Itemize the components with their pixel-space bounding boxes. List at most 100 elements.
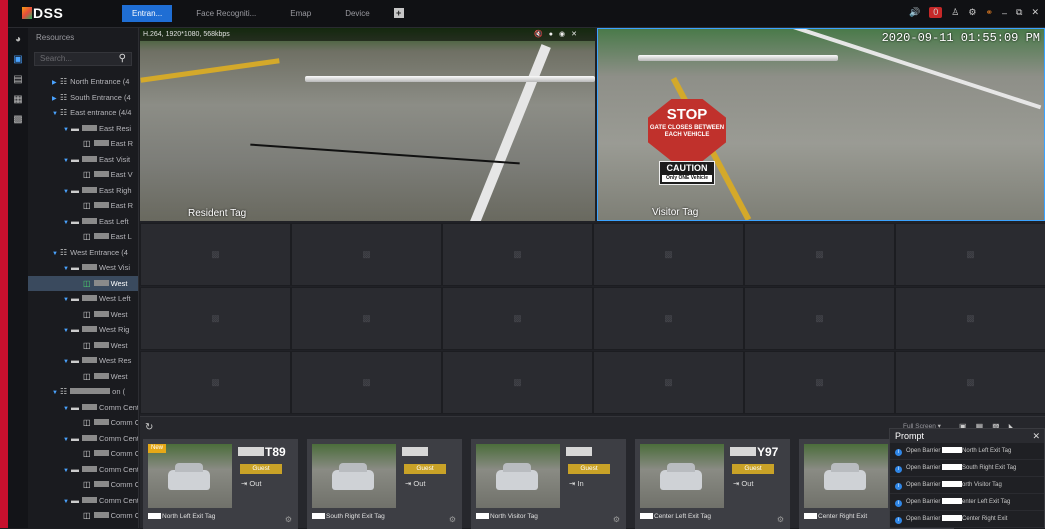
expand-arrow-icon[interactable]: ▼ — [63, 185, 71, 199]
tree-node[interactable]: ◫ East V — [28, 167, 138, 183]
tree-node[interactable]: ◫ West — [28, 307, 138, 323]
tab-0[interactable]: Entran... — [122, 5, 173, 22]
card-settings-icon[interactable]: ⚙ — [613, 515, 620, 524]
tree-node[interactable]: ◫ East R — [28, 136, 138, 152]
empty-video-cell[interactable]: ▩ — [442, 351, 593, 414]
expand-arrow-icon[interactable]: ▼ — [52, 107, 60, 121]
snapshot-icon[interactable]: ◉ — [559, 31, 571, 38]
vehicle-snapshot[interactable] — [148, 444, 232, 508]
tree-node[interactable]: ▼ ▬ West Rig — [28, 322, 138, 338]
vehicle-snapshot[interactable] — [804, 444, 888, 508]
tree-node[interactable]: ▼ ☷ on ( — [28, 384, 138, 400]
tree-node[interactable]: ◫ East L — [28, 229, 138, 245]
card-settings-icon[interactable]: ⚙ — [285, 515, 292, 524]
minimize-icon[interactable]: – — [1002, 8, 1007, 18]
empty-video-cell[interactable]: ▩ — [442, 287, 593, 350]
tree-node[interactable]: ▼ ☷ East entrance (4/4 — [28, 105, 138, 121]
empty-video-cell[interactable]: ▩ — [895, 287, 1045, 350]
event-card[interactable]: Guest ⇥ In North Visitor Tag ⚙ — [471, 439, 626, 529]
prompt-row[interactable]: i Open Barrier Center Right Exit — [890, 511, 1044, 528]
tree-node[interactable]: ▶ ☷ North Entrance (4 — [28, 74, 138, 90]
tree-node[interactable]: ▼ ▬ East Left — [28, 214, 138, 230]
empty-video-cell[interactable]: ▩ — [442, 223, 593, 286]
expand-arrow-icon[interactable]: ▼ — [63, 433, 71, 447]
empty-video-cell[interactable]: ▩ — [593, 223, 744, 286]
event-card[interactable]: Guest ⇥ Out South Right Exit Tag ⚙ — [307, 439, 462, 529]
tree-node[interactable]: ▼ ▬ East Righ — [28, 183, 138, 199]
expand-arrow-icon[interactable]: ▼ — [63, 293, 71, 307]
expand-arrow-icon[interactable]: ▶ — [52, 92, 60, 106]
entrance-icon[interactable]: ▦ — [8, 90, 28, 108]
video-pane-resident[interactable]: Resident Tag — [140, 28, 595, 221]
expand-arrow-icon[interactable]: ▼ — [63, 464, 71, 478]
tree-node[interactable]: ◫ Comm Cer — [28, 415, 138, 431]
record-search-icon[interactable]: ▤ — [8, 70, 28, 88]
alarm-icon[interactable]: 🔊 — [909, 7, 920, 18]
card-settings-icon[interactable]: ⚙ — [777, 515, 784, 524]
empty-video-cell[interactable]: ▩ — [593, 351, 744, 414]
tree-node[interactable]: ◫ Comm Cer — [28, 508, 138, 524]
tree-node[interactable]: ▼▬ Comm Center — [28, 400, 138, 416]
prompt-row[interactable]: i Open Barrier South Right Exit Tag — [890, 460, 1044, 477]
event-card[interactable]: New T89 Guest ⇥ Out North Left Exit Tag ⚙ — [143, 439, 298, 529]
expand-arrow-icon[interactable]: ▶ — [52, 76, 60, 90]
restore-icon[interactable]: ⧉ — [1016, 7, 1022, 18]
expand-arrow-icon[interactable]: ▼ — [52, 247, 60, 261]
tree-node[interactable]: ▼ ▬ West Res — [28, 353, 138, 369]
empty-video-cell[interactable]: ▩ — [291, 287, 442, 350]
expand-arrow-icon[interactable]: ▼ — [52, 386, 60, 400]
empty-video-cell[interactable]: ▩ — [744, 351, 895, 414]
tree-node[interactable]: ▼▬ Comm Center — [28, 462, 138, 478]
expand-arrow-icon[interactable]: ▼ — [63, 262, 71, 276]
tree-node[interactable]: ▼ ☷ West Entrance (4 — [28, 245, 138, 261]
prompt-row[interactable]: i Open Barrier orth Visitor Tag — [890, 477, 1044, 494]
tree-node[interactable]: ◫ West — [28, 369, 138, 385]
video-pane-visitor[interactable]: 2020-09-11 01:55:09 PM STOP GATE CLOSES B… — [597, 28, 1045, 221]
tree-node[interactable]: ▼ ▬ West Visi — [28, 260, 138, 276]
tree-node[interactable]: ▼▬ Comm Center — [28, 431, 138, 447]
empty-video-cell[interactable]: ▩ — [140, 351, 291, 414]
search-icon[interactable]: ⚲ — [119, 53, 126, 65]
prompt-row[interactable]: i Open Barrier enter Left Exit Tag — [890, 494, 1044, 511]
live-view-icon[interactable]: ◕ — [8, 30, 28, 48]
tree-node[interactable]: ▼ ▬ East Visit — [28, 152, 138, 168]
search-input[interactable]: Search... ⚲ — [34, 52, 132, 66]
empty-video-cell[interactable]: ▩ — [895, 223, 1045, 286]
close-icon[interactable]: ✕ — [1031, 7, 1039, 18]
tree-node[interactable]: ▶ ☷ South Entrance (4 — [28, 90, 138, 106]
expand-arrow-icon[interactable]: ▼ — [63, 154, 71, 168]
empty-video-cell[interactable]: ▩ — [593, 287, 744, 350]
empty-video-cell[interactable]: ▩ — [744, 223, 895, 286]
alarm-count-badge[interactable]: 0 — [929, 7, 943, 18]
tree-node[interactable]: ▼ ▬ East Resi — [28, 121, 138, 137]
tab-3[interactable]: Device — [335, 5, 379, 22]
empty-video-cell[interactable]: ▩ — [140, 223, 291, 286]
expand-arrow-icon[interactable]: ▼ — [63, 402, 71, 416]
vehicle-snapshot[interactable] — [476, 444, 560, 508]
monitor-icon[interactable]: ▣ — [8, 50, 28, 68]
expand-arrow-icon[interactable]: ▼ — [63, 123, 71, 137]
refresh-icon[interactable]: ↻ — [145, 422, 153, 433]
help-icon[interactable]: ⚭ — [985, 7, 993, 18]
empty-video-cell[interactable]: ▩ — [291, 351, 442, 414]
vehicle-icon[interactable]: ▩ — [8, 110, 28, 128]
expand-arrow-icon[interactable]: ▼ — [63, 495, 71, 509]
tree-node[interactable]: ◫ Comm Cen — [28, 446, 138, 462]
tree-node[interactable]: ◫ West — [28, 275, 138, 291]
prompt-row[interactable]: i Open Barrier North Left Exit Tag — [890, 443, 1044, 460]
user-icon[interactable]: ♙ — [951, 7, 959, 18]
add-tab-button[interactable]: + — [393, 8, 404, 18]
tree-node[interactable]: ◫ West — [28, 338, 138, 354]
close-video-icon[interactable]: ✕ — [571, 31, 583, 38]
empty-video-cell[interactable]: ▩ — [744, 287, 895, 350]
vehicle-snapshot[interactable] — [312, 444, 396, 508]
event-card[interactable]: Y97 Guest ⇥ Out Center Left Exit Tag ⚙ — [635, 439, 790, 529]
tree-node[interactable]: ◫ Comm Cer — [28, 477, 138, 493]
tab-1[interactable]: Face Recogniti... — [186, 5, 266, 22]
tree-node[interactable]: ◫ East R — [28, 198, 138, 214]
record-icon[interactable]: ● — [549, 31, 559, 38]
tab-2[interactable]: Emap — [280, 5, 321, 22]
expand-arrow-icon[interactable]: ▼ — [63, 216, 71, 230]
empty-video-cell[interactable]: ▩ — [291, 223, 442, 286]
expand-arrow-icon[interactable]: ▼ — [63, 324, 71, 338]
